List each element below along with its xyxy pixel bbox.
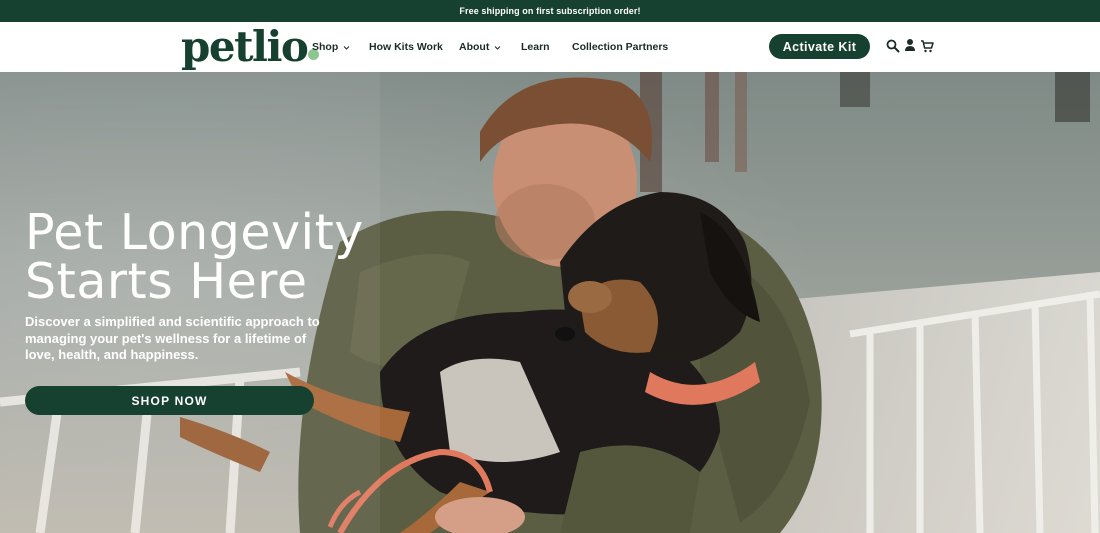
nav-shop-label: Shop: [312, 41, 339, 53]
nav-how-kits-work[interactable]: How Kits Work: [369, 22, 443, 72]
nav-learn-label: Learn: [521, 41, 550, 53]
hero-banner: Pet Longevity Starts Here Discover a sim…: [0, 72, 1100, 533]
nav-learn[interactable]: Learn: [521, 22, 550, 72]
hero-title: Pet Longevity Starts Here: [25, 208, 445, 306]
announcement-text: Free shipping on first subscription orde…: [459, 6, 641, 16]
hero-title-line-1: Pet Longevity: [25, 204, 364, 261]
nav-about[interactable]: About: [459, 22, 501, 72]
nav-about-label: About: [459, 41, 490, 53]
logo-wordmark: petlio: [181, 22, 309, 71]
nav-shop[interactable]: Shop: [312, 22, 350, 72]
search-icon[interactable]: [886, 39, 900, 53]
activate-kit-button[interactable]: Activate Kit: [769, 34, 870, 59]
nav-how-kits-work-label: How Kits Work: [369, 41, 443, 53]
nav-collection-partners[interactable]: Collection Partners: [572, 22, 668, 72]
cart-icon[interactable]: [920, 39, 934, 53]
chevron-down-icon: [343, 45, 350, 50]
hero-title-line-2: Starts Here: [25, 253, 308, 310]
hero-subtitle: Discover a simplified and scientific app…: [25, 314, 320, 362]
account-icon[interactable]: [903, 38, 917, 52]
site-header: petlio Shop How Kits Work About Learn Co…: [0, 22, 1100, 72]
chevron-down-icon: [494, 45, 501, 50]
announcement-bar: Free shipping on first subscription orde…: [0, 0, 1100, 22]
nav-collection-partners-label: Collection Partners: [572, 41, 669, 53]
petlio-logo[interactable]: petlio: [181, 22, 320, 71]
shop-now-button[interactable]: SHOP NOW: [25, 386, 314, 415]
